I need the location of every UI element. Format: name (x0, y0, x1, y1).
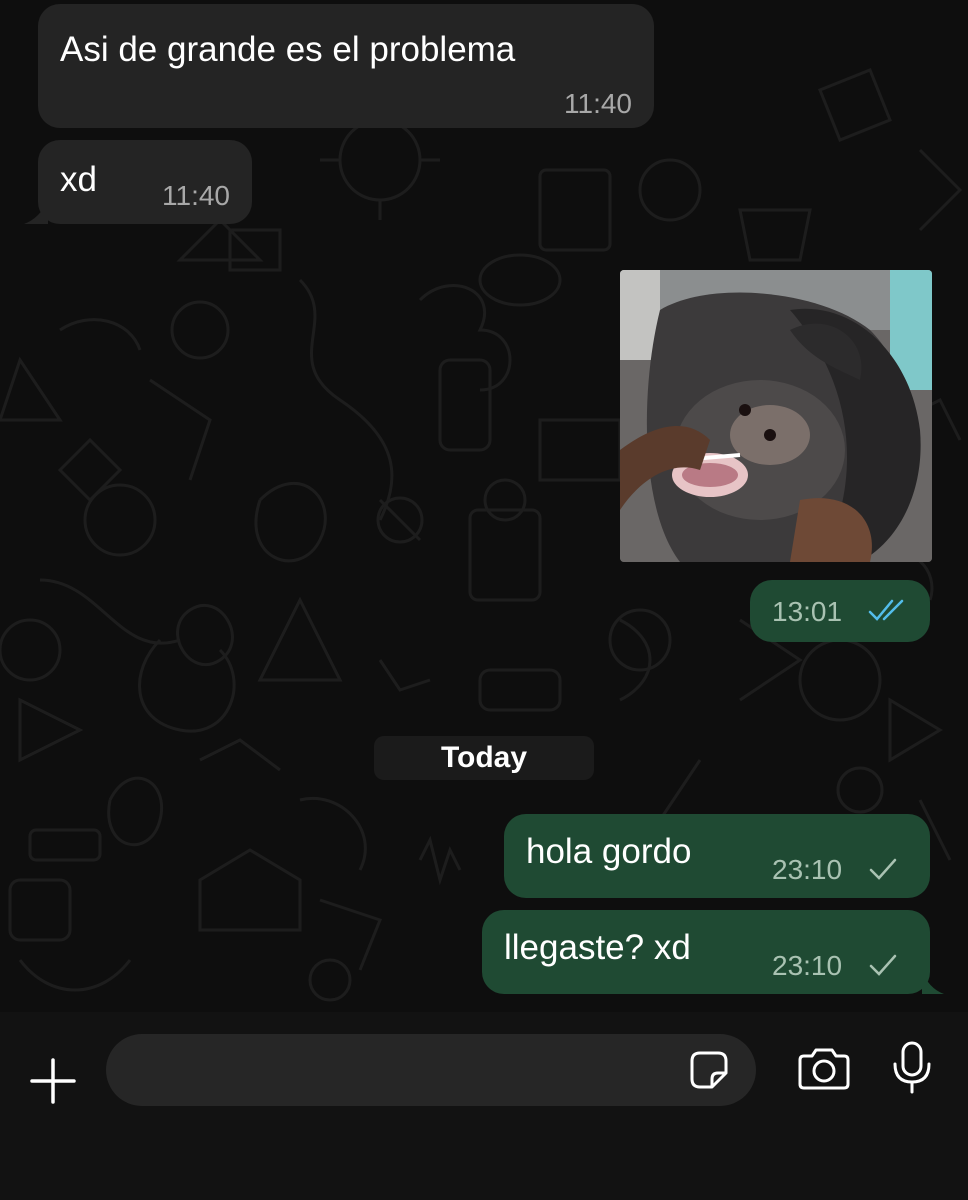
camera-icon[interactable] (796, 1046, 852, 1092)
microphone-icon[interactable] (890, 1040, 934, 1096)
message-text: Asi de grande es el problema (60, 30, 516, 69)
incoming-message[interactable]: xd 11:40 (38, 140, 252, 224)
bubble-tail (24, 200, 48, 224)
single-check-icon (869, 954, 897, 976)
message-time: 11:40 (564, 88, 632, 119)
monkey-photo (620, 270, 932, 562)
composer-bar (0, 1012, 968, 1200)
chat-area[interactable]: Asi de grande es el problema 11:40 xd 11… (0, 0, 968, 1012)
plus-icon[interactable] (28, 1056, 78, 1106)
outgoing-message[interactable]: llegaste? xd 23:10 (482, 910, 930, 994)
outgoing-image-footer: 13:01 (750, 580, 930, 642)
message-text: hola gordo (526, 832, 692, 871)
bubble-tail (922, 970, 944, 994)
incoming-message[interactable]: Asi de grande es el problema 11:40 (38, 4, 654, 128)
message-text: xd (60, 160, 97, 199)
message-time: 23:10 (772, 950, 843, 981)
double-check-read-icon (868, 599, 904, 621)
message-input[interactable] (106, 1034, 756, 1106)
message-text: llegaste? xd (504, 928, 691, 967)
message-time: 13:01 (772, 596, 843, 627)
date-divider: Today (374, 736, 594, 780)
single-check-icon (869, 858, 897, 880)
outgoing-message[interactable]: hola gordo 23:10 (504, 814, 930, 898)
sticker-icon[interactable] (686, 1047, 732, 1093)
message-time: 11:40 (162, 180, 230, 211)
message-time: 23:10 (772, 854, 843, 885)
image-message[interactable] (620, 270, 932, 562)
